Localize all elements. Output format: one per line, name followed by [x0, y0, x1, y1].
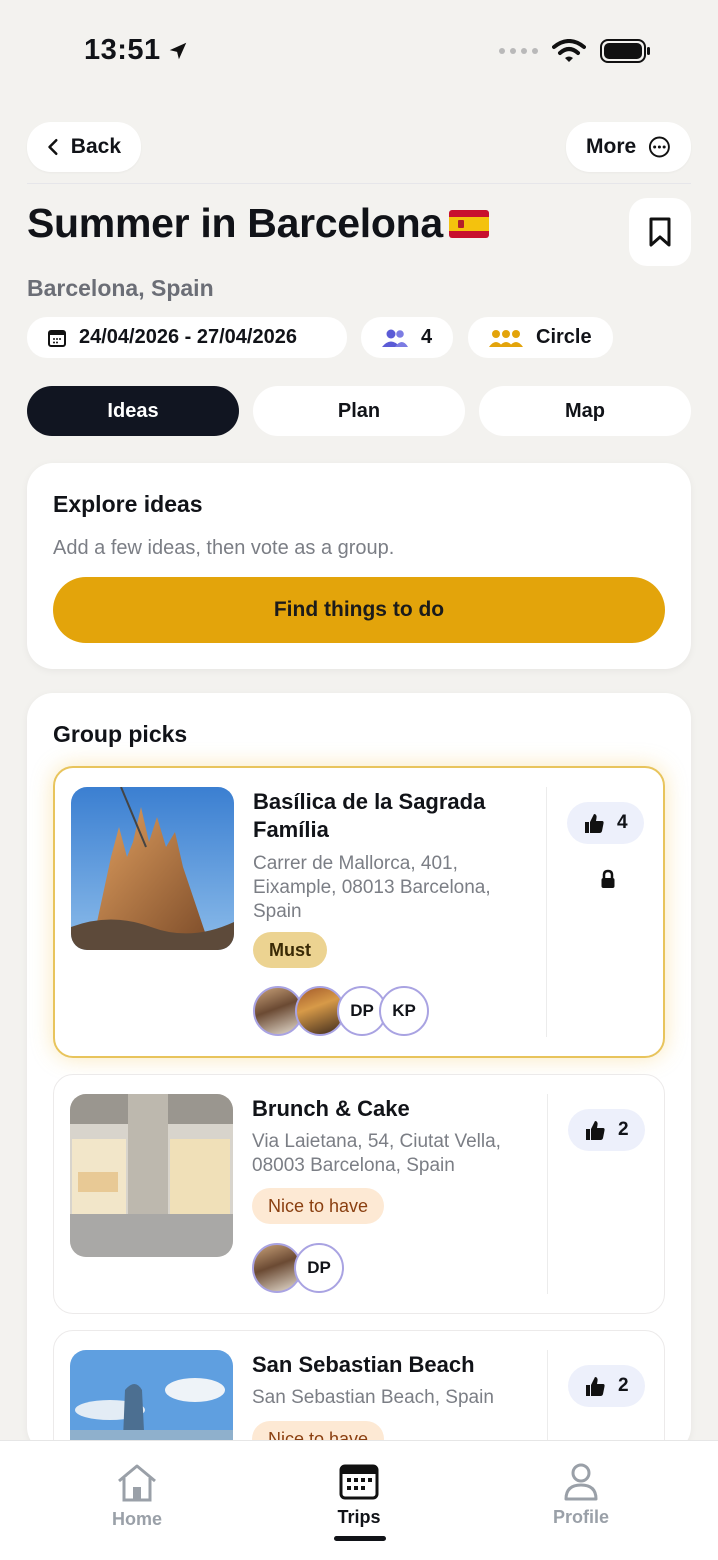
vote-button[interactable]: 2	[568, 1109, 645, 1151]
vote-count: 2	[618, 1119, 629, 1140]
pick-address: Carrer de Mallorca, 401, Eixample, 08013…	[253, 853, 491, 922]
people-icon	[382, 329, 408, 347]
pick-item-brunch-cake[interactable]: Brunch & Cake Via Laietana, 54, Ciutat V…	[53, 1074, 665, 1314]
trip-location: Barcelona, Spain	[27, 275, 214, 301]
tab-profile-label: Profile	[552, 1507, 609, 1527]
battery-icon	[600, 39, 650, 63]
page-title: Summer in Barcelona	[27, 200, 489, 247]
back-label: Back	[70, 135, 121, 158]
pick-item-sagrada-familia[interactable]: Basílica de la Sagrada Família Carrer de…	[53, 766, 665, 1058]
tab-map[interactable]: Map	[479, 386, 691, 436]
brunch-cake-photo	[70, 1094, 233, 1257]
calendar-icon	[48, 329, 66, 347]
explore-title: Explore ideas	[53, 491, 203, 517]
person-icon	[564, 1463, 598, 1501]
group-label: Circle	[536, 326, 592, 348]
group-picks-card: Group picks Basílica de la Sagrada Famíl…	[27, 693, 691, 1513]
home-icon	[118, 1464, 156, 1502]
group-picks-title: Group picks	[53, 721, 188, 747]
item-divider	[546, 787, 547, 1037]
spain-flag-icon	[448, 209, 489, 238]
status-time: 13:51	[84, 34, 189, 67]
vote-button[interactable]: 2	[568, 1365, 645, 1407]
explore-subtitle: Add a few ideas, then vote as a group.	[53, 537, 395, 559]
bottom-tab-bar: Home Trips Profile	[0, 1440, 718, 1560]
people-chip[interactable]: 4	[361, 317, 453, 358]
trip-title: Summer in Barcelona	[27, 200, 443, 246]
pick-name: Basílica de la Sagrada Família	[253, 789, 486, 842]
wifi-icon	[552, 39, 586, 62]
chevron-left-icon	[48, 138, 58, 156]
tab-trips-label: Trips	[337, 1507, 381, 1527]
tab-ideas[interactable]: Ideas	[27, 386, 239, 436]
people-count: 4	[421, 326, 433, 348]
vote-button[interactable]: 4	[567, 802, 644, 844]
vote-count: 4	[617, 812, 628, 833]
thumbs-up-icon	[586, 1121, 605, 1140]
voter-avatars: DP KP	[253, 986, 429, 1036]
date-chip[interactable]: 24/04/2026 - 27/04/2026	[27, 317, 347, 358]
item-divider	[547, 1094, 548, 1294]
tab-plan[interactable]: Plan	[253, 386, 465, 436]
status-indicators	[499, 38, 652, 64]
pick-name: Brunch & Cake	[252, 1096, 410, 1121]
lock-icon	[601, 869, 615, 888]
more-label: More	[586, 135, 637, 158]
back-button[interactable]: Back	[27, 122, 141, 172]
signal-dots-icon	[499, 48, 538, 54]
status-time-text: 13:51	[84, 34, 161, 66]
tab-profile[interactable]: Profile	[521, 1463, 641, 1528]
bookmark-button[interactable]	[629, 198, 691, 266]
location-arrow-icon	[169, 42, 186, 59]
header-divider	[27, 183, 691, 184]
priority-tag: Nice to have	[252, 1188, 385, 1224]
pick-name: San Sebastian Beach	[252, 1352, 475, 1377]
pick-address: San Sebastian Beach, Spain	[252, 1387, 494, 1408]
tab-trips[interactable]: Trips	[299, 1463, 419, 1528]
vote-count: 2	[618, 1375, 629, 1396]
avatar: DP	[294, 1243, 344, 1293]
explore-card: Explore ideas Add a few ideas, then vote…	[27, 463, 691, 669]
pick-address: Via Laietana, 54, Ciutat Vella, 08003 Ba…	[252, 1131, 501, 1176]
find-things-button[interactable]: Find things to do	[53, 577, 665, 643]
priority-tag: Must	[253, 932, 327, 968]
group-icon	[489, 329, 523, 347]
home-indicator	[334, 1536, 386, 1541]
thumbs-up-icon	[586, 1377, 605, 1396]
sagrada-familia-photo	[71, 787, 234, 950]
tab-home-label: Home	[111, 1509, 162, 1529]
voter-avatars: DP	[252, 1243, 344, 1293]
avatar: KP	[379, 986, 429, 1036]
calendar-icon	[339, 1464, 379, 1500]
circle-chip[interactable]: Circle	[468, 317, 613, 358]
bookmark-icon	[649, 217, 671, 247]
tab-home[interactable]: Home	[77, 1463, 197, 1530]
date-range: 24/04/2026 - 27/04/2026	[79, 326, 297, 348]
thumbs-up-icon	[585, 814, 604, 833]
ellipsis-circle-icon	[649, 136, 671, 158]
more-button[interactable]: More	[566, 122, 691, 172]
